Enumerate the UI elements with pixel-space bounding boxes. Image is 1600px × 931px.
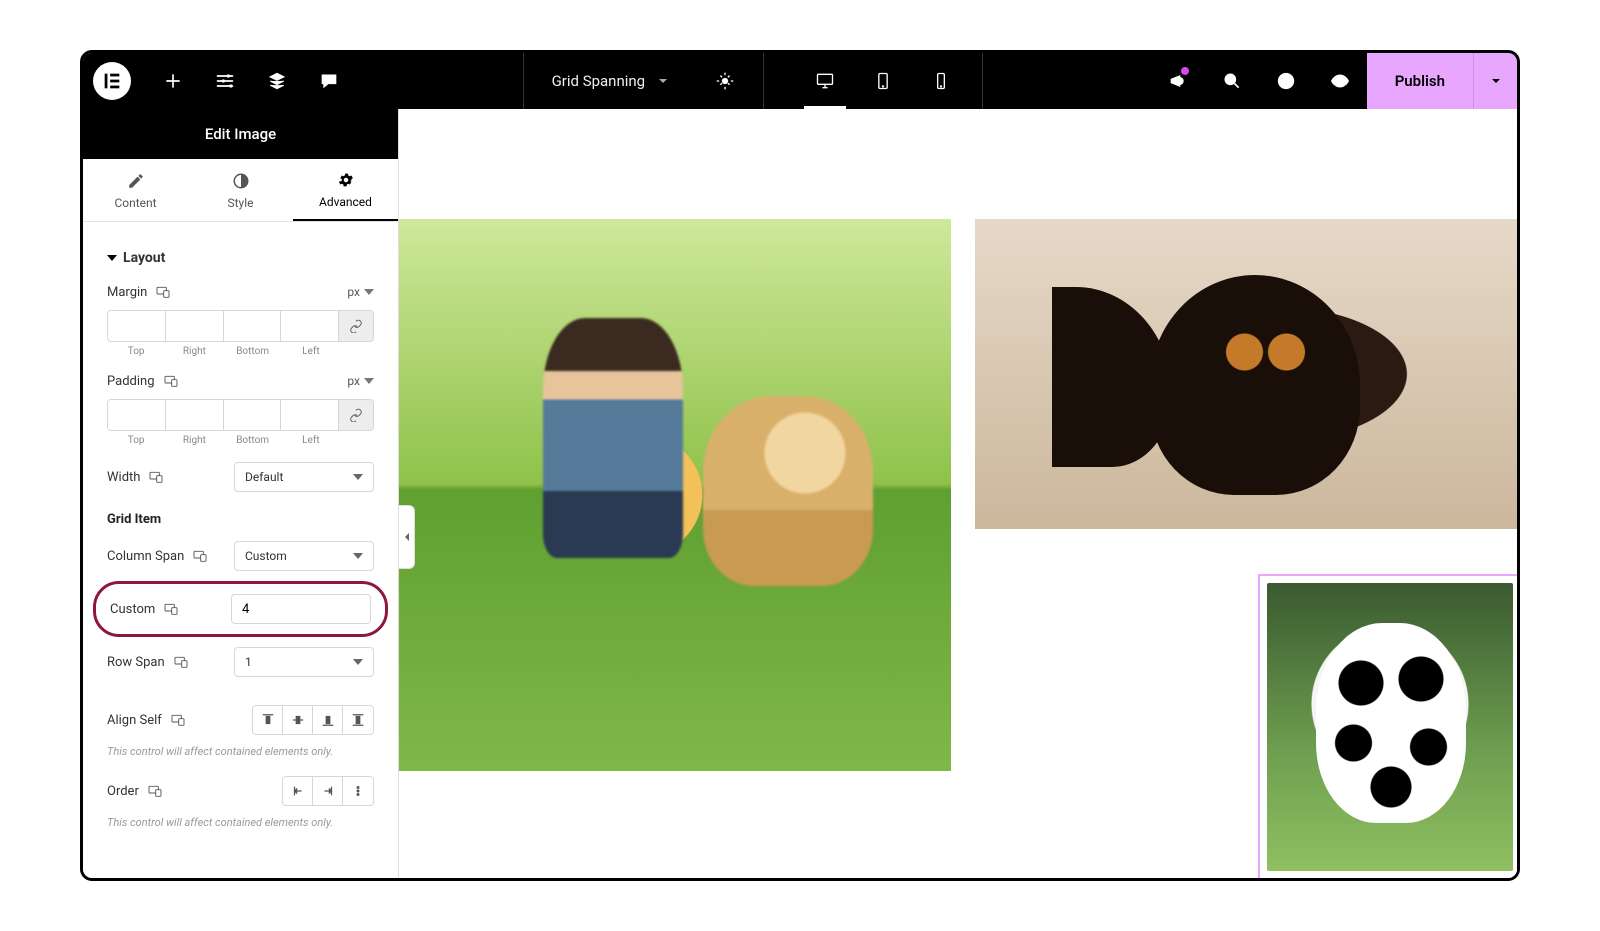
width-select[interactable]: Default (234, 462, 374, 492)
tab-style[interactable]: Style (188, 159, 293, 221)
device-tablet-button[interactable] (854, 53, 912, 109)
device-desktop-button[interactable] (796, 53, 854, 109)
margin-top-input[interactable] (108, 311, 165, 341)
responsive-icon[interactable] (155, 284, 171, 300)
editor-canvas[interactable] (399, 109, 1517, 878)
align-help-text: This control will affect contained eleme… (107, 745, 374, 758)
width-label: Width (107, 470, 140, 485)
padding-top-input[interactable] (108, 400, 165, 430)
padding-bottom-input[interactable] (224, 400, 281, 430)
custom-row-highlight: Custom (93, 581, 388, 637)
align-stretch-button[interactable] (343, 706, 373, 734)
row-span-label: Row Span (107, 655, 165, 670)
add-element-button[interactable] (147, 53, 199, 109)
publish-options-button[interactable] (1473, 53, 1517, 109)
canvas-image-3-selected[interactable] (1259, 575, 1517, 878)
panel-tabs: Content Style Advanced (83, 159, 398, 222)
padding-label: Padding (107, 374, 155, 389)
padding-link-toggle[interactable] (339, 400, 373, 430)
order-label: Order (107, 784, 139, 799)
margin-right-input[interactable] (166, 311, 223, 341)
align-self-group (252, 705, 374, 735)
margin-label: Margin (107, 285, 147, 300)
column-span-select[interactable]: Custom (234, 541, 374, 571)
notification-dot (1181, 67, 1189, 75)
panel-collapse-handle[interactable] (399, 505, 415, 569)
responsive-icon[interactable] (170, 712, 186, 728)
preview-button[interactable] (1313, 53, 1367, 109)
padding-unit-select[interactable]: px (347, 374, 374, 388)
custom-label: Custom (110, 602, 155, 617)
order-start-button[interactable] (283, 777, 313, 805)
page-settings-button[interactable] (699, 53, 751, 109)
margin-left-input[interactable] (281, 311, 338, 341)
row-span-select[interactable]: 1 (234, 647, 374, 677)
panel-title: Edit Image (83, 109, 398, 159)
publish-button[interactable]: Publish (1367, 53, 1473, 109)
tab-content[interactable]: Content (83, 159, 188, 221)
whats-new-button[interactable] (1151, 53, 1205, 109)
padding-right-input[interactable] (166, 400, 223, 430)
custom-span-input[interactable] (231, 594, 371, 624)
help-button[interactable] (1259, 53, 1313, 109)
editor-sidebar: Edit Image Content Style Advanced (83, 109, 399, 878)
margin-unit-select[interactable]: px (347, 285, 374, 299)
align-end-button[interactable] (313, 706, 343, 734)
padding-inputs (107, 399, 374, 431)
notes-button[interactable] (303, 53, 355, 109)
tab-advanced[interactable]: Advanced (293, 159, 398, 221)
finder-search-button[interactable] (1205, 53, 1259, 109)
column-span-label: Column Span (107, 549, 184, 564)
order-end-button[interactable] (313, 777, 343, 805)
canvas-image-2[interactable] (975, 219, 1517, 529)
device-mobile-button[interactable] (912, 53, 970, 109)
align-center-button[interactable] (283, 706, 313, 734)
responsive-icon[interactable] (163, 601, 179, 617)
responsive-icon[interactable] (192, 548, 208, 564)
order-help-text: This control will affect contained eleme… (107, 816, 374, 829)
responsive-icon[interactable] (147, 783, 163, 799)
structure-button[interactable] (251, 53, 303, 109)
publish-label: Publish (1395, 72, 1445, 90)
page-title: Grid Spanning (552, 72, 646, 90)
responsive-icon[interactable] (163, 373, 179, 389)
align-self-label: Align Self (107, 713, 162, 728)
elementor-logo[interactable] (93, 62, 131, 100)
section-layout-toggle[interactable]: Layout (107, 236, 374, 284)
canvas-image-1[interactable] (399, 219, 951, 771)
margin-inputs (107, 310, 374, 342)
topbar: Grid Spanning (83, 53, 1517, 109)
responsive-icon[interactable] (148, 469, 164, 485)
order-group (282, 776, 374, 806)
page-title-dropdown[interactable]: Grid Spanning (536, 72, 688, 90)
align-start-button[interactable] (253, 706, 283, 734)
order-more-button[interactable] (343, 777, 373, 805)
margin-link-toggle[interactable] (339, 311, 373, 341)
margin-bottom-input[interactable] (224, 311, 281, 341)
padding-left-input[interactable] (281, 400, 338, 430)
responsive-icon[interactable] (173, 654, 189, 670)
grid-item-heading: Grid Item (107, 512, 374, 527)
site-settings-button[interactable] (199, 53, 251, 109)
